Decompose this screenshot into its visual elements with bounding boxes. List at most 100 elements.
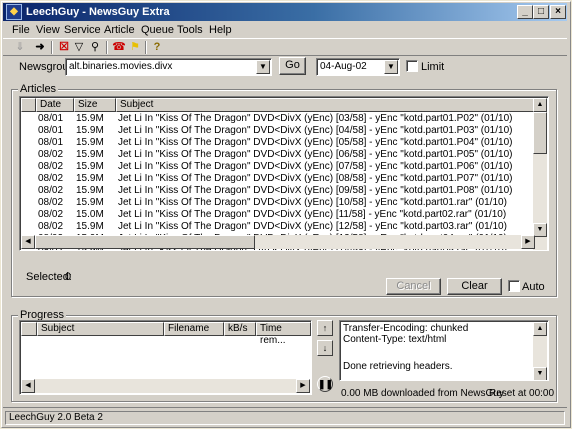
row-date: 08/01 (38, 113, 64, 124)
scroll-up-icon[interactable]: ▲ (533, 322, 547, 336)
table-row[interactable]: 08/02 15.9M Jet Li In "Kiss Of The Dragon"… (22, 185, 536, 197)
cancel-button[interactable]: Cancel (386, 278, 441, 295)
row-date: 08/02 (38, 149, 64, 160)
row-size: 15.9M (76, 197, 104, 208)
menu-tools[interactable]: Tools (177, 24, 203, 36)
table-row[interactable]: 08/01 15.9M Jet Li In "Kiss Of The Dragon"… (22, 125, 536, 137)
articles-vscrollbar[interactable]: ▲ ▼ (533, 98, 547, 250)
newsgroup-combo[interactable]: alt.binaries.movies.divx ▼ (65, 58, 272, 76)
minimize-button[interactable]: _ (517, 5, 533, 19)
connect-icon[interactable]: ☎ (111, 40, 127, 55)
column-header-kbps[interactable]: kB/s (224, 322, 256, 336)
limit-label: Limit (421, 61, 445, 73)
help-icon[interactable]: ? (149, 40, 165, 55)
table-row[interactable]: 08/01 15.9M Jet Li In "Kiss Of The Dragon"… (22, 113, 536, 125)
column-header-blank[interactable] (21, 98, 36, 112)
row-subject: Jet Li In "Kiss Of The Dragon" DVD<DivX … (118, 149, 513, 160)
scroll-up-icon[interactable]: ▲ (533, 98, 547, 112)
filter-icon[interactable]: ▽ (71, 40, 87, 55)
row-size: 15.9M (76, 221, 104, 232)
column-header-size[interactable]: Size (74, 98, 116, 112)
column-header-subject[interactable]: Subject (37, 322, 164, 336)
move-down-icon[interactable]: ↓ (317, 340, 333, 356)
table-row[interactable]: 08/02 15.0M Jet Li In "Kiss Of The Dragon"… (22, 209, 536, 221)
progress-hscrollbar[interactable]: ◀ ▶ (21, 379, 310, 393)
row-subject: Jet Li In "Kiss Of The Dragon" DVD<DivX … (118, 173, 513, 184)
articles-hscrollbar[interactable]: ◀ ▶ (21, 235, 535, 249)
row-subject: Jet Li In "Kiss Of The Dragon" DVD<DivX … (118, 221, 507, 232)
scroll-down-icon[interactable]: ▼ (533, 223, 547, 237)
auto-label: Auto (522, 281, 545, 293)
maximize-button[interactable]: □ (533, 5, 549, 19)
scroll-thumb[interactable] (35, 235, 255, 249)
column-header-subject[interactable]: Subject (116, 98, 537, 112)
scroll-right-icon[interactable]: ▶ (296, 379, 310, 393)
menu-help[interactable]: Help (209, 24, 232, 36)
log-box[interactable]: Transfer-Encoding: chunked Content-Type:… (339, 320, 549, 381)
log-vscrollbar[interactable]: ▲ ▼ (533, 322, 547, 380)
articles-list[interactable]: Date Size Subject 08/01 15.9M Jet Li In "K… (19, 96, 549, 251)
scroll-left-icon[interactable]: ◀ (21, 235, 35, 249)
row-subject: Jet Li In "Kiss Of The Dragon" DVD<DivX … (118, 197, 507, 208)
log-line: Done retrieving headers. (343, 361, 453, 372)
menu-queue[interactable]: Queue (141, 24, 174, 36)
table-row[interactable]: 08/01 15.9M Jet Li In "Kiss Of The Dragon"… (22, 137, 536, 149)
table-row[interactable]: 08/02 15.9M Jet Li In "Kiss Of The Dragon"… (22, 197, 536, 209)
scroll-thumb[interactable] (533, 112, 547, 154)
table-row[interactable]: 08/02 15.9M Jet Li In "Kiss Of The Dragon"… (22, 221, 536, 233)
table-row[interactable]: 08/02 15.9M Jet Li In "Kiss Of The Dragon"… (22, 149, 536, 161)
go-button[interactable]: Go (279, 57, 306, 75)
column-header-filename[interactable]: Filename (164, 322, 224, 336)
scroll-down-icon[interactable]: ▼ (533, 367, 547, 380)
toolbar-separator (106, 41, 108, 54)
scroll-right-icon[interactable]: ▶ (521, 235, 535, 249)
auto-checkbox[interactable] (508, 280, 520, 292)
table-row[interactable]: 08/02 15.9M Jet Li In "Kiss Of The Dragon"… (22, 173, 536, 185)
toolbar: ⇓ ➜ ☒ ▽ ⚲ ☎ ⚑ ? (3, 38, 567, 56)
row-size: 15.9M (76, 149, 104, 160)
close-button[interactable]: × (550, 5, 566, 19)
menu-service[interactable]: Service (64, 24, 101, 36)
menu-file[interactable]: File (12, 24, 30, 36)
row-subject: Jet Li In "Kiss Of The Dragon" DVD<DivX … (118, 209, 507, 220)
row-date: 08/02 (38, 185, 64, 196)
download-icon[interactable]: ⇓ (12, 40, 28, 55)
row-date: 08/01 (38, 137, 64, 148)
row-subject: Jet Li In "Kiss Of The Dragon" DVD<DivX … (118, 113, 513, 124)
status-bar: LeechGuy 2.0 Beta 2 (3, 407, 567, 425)
find-icon[interactable]: ⚲ (87, 40, 103, 55)
title-bar[interactable]: ◆ LeechGuy - NewsGuy Extra _ □ × (3, 3, 567, 21)
limit-checkbox[interactable] (406, 60, 418, 72)
table-row[interactable]: 08/02 15.9M Jet Li In "Kiss Of The Dragon"… (22, 161, 536, 173)
column-header-date[interactable]: Date (36, 98, 74, 112)
menu-article[interactable]: Article (104, 24, 135, 36)
newsgroup-value: alt.binaries.movies.divx (69, 61, 173, 72)
column-header-blank[interactable] (21, 322, 37, 336)
window-title: LeechGuy - NewsGuy Extra (26, 6, 170, 18)
row-date: 08/02 (38, 197, 64, 208)
app-icon[interactable]: ◆ (6, 4, 22, 20)
row-subject: Jet Li In "Kiss Of The Dragon" DVD<DivX … (118, 185, 513, 196)
chevron-down-icon[interactable]: ▼ (256, 60, 270, 74)
selected-count: 0 (65, 271, 72, 283)
row-size: 15.9M (76, 185, 104, 196)
row-date: 08/02 (38, 221, 64, 232)
flag-icon[interactable]: ⚑ (127, 40, 143, 55)
scroll-left-icon[interactable]: ◀ (21, 379, 35, 393)
downloaded-text: 0.00 MB downloaded from NewsGuy (341, 388, 504, 399)
column-header-time-remaining[interactable]: Time rem... (256, 322, 311, 346)
reset-text: Reset at 00:00 (489, 388, 555, 399)
move-up-icon[interactable]: ↑ (317, 320, 333, 336)
progress-list[interactable]: Subject Filename kB/s Time rem... ◀ ▶ (19, 320, 312, 395)
row-subject: Jet Li In "Kiss Of The Dragon" DVD<DivX … (118, 161, 513, 172)
toolbar-separator (51, 41, 53, 54)
chevron-down-icon[interactable]: ▼ (384, 60, 398, 74)
date-combo[interactable]: 04-Aug-02 ▼ (316, 58, 400, 76)
menu-view[interactable]: View (36, 24, 60, 36)
cancel-icon[interactable]: ☒ (56, 40, 72, 55)
clear-button[interactable]: Clear (447, 278, 502, 295)
row-subject: Jet Li In "Kiss Of The Dragon" DVD<DivX … (118, 125, 513, 136)
status-version: LeechGuy 2.0 Beta 2 (5, 411, 565, 425)
exit-icon[interactable]: ➜ (32, 40, 48, 55)
pause-icon[interactable]: ❚❚ (317, 376, 333, 392)
